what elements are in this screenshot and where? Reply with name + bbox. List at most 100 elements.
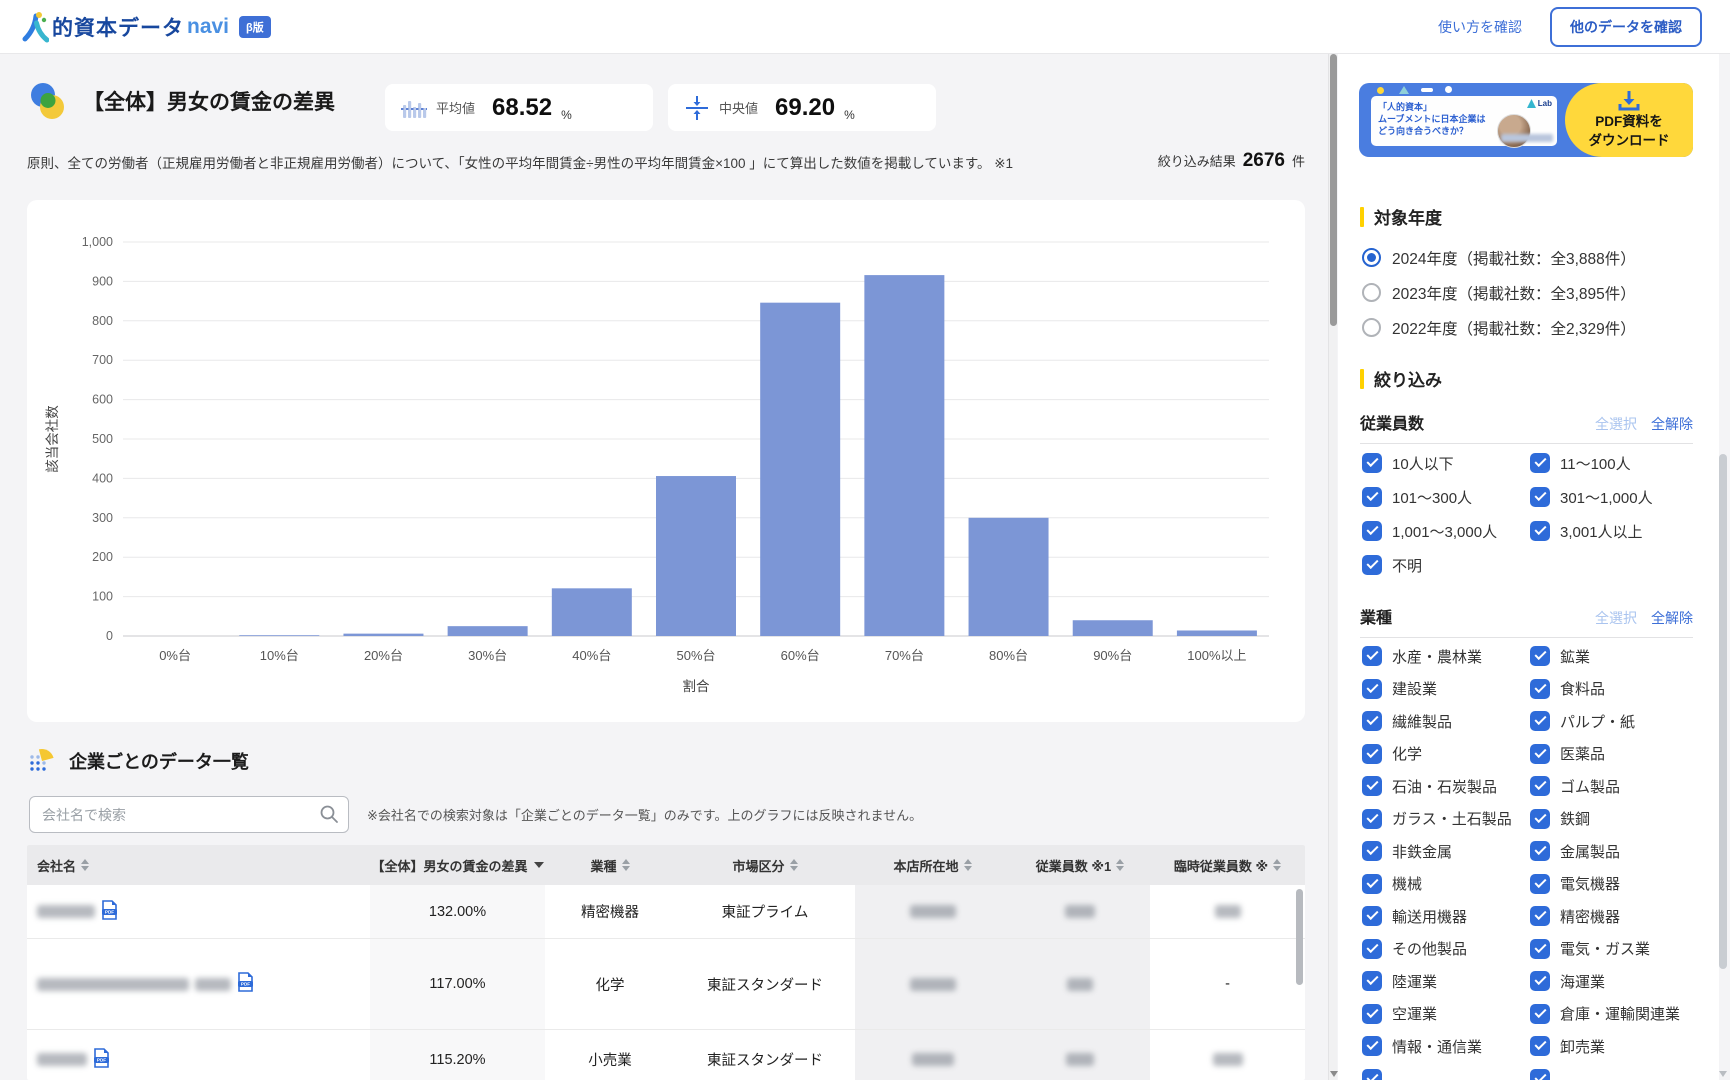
svg-text:90%台: 90%台 bbox=[1093, 648, 1132, 663]
industry-checkbox-ガラス・土石製品[interactable]: ガラス・土石製品 bbox=[1362, 803, 1530, 836]
howto-link[interactable]: 使い方を確認 bbox=[1438, 17, 1522, 37]
industry-clear-all-link[interactable]: 全解除 bbox=[1651, 608, 1693, 628]
industry-checkbox-非鉄金属[interactable]: 非鉄金属 bbox=[1362, 835, 1530, 868]
employees-checkbox-11〜100人[interactable]: 11〜100人 bbox=[1530, 446, 1702, 480]
table-scrollbar-thumb[interactable] bbox=[1296, 889, 1303, 985]
sort-icon bbox=[1116, 859, 1124, 871]
svg-text:割合: 割合 bbox=[683, 678, 711, 694]
employees-cell bbox=[1010, 885, 1150, 938]
svg-text:80%台: 80%台 bbox=[989, 648, 1028, 663]
main-scrollbar-thumb[interactable] bbox=[1330, 54, 1337, 326]
column-header-7[interactable]: 臨時従業員数 ※ bbox=[1150, 856, 1305, 875]
radio-icon bbox=[1362, 248, 1381, 267]
svg-text:40%台: 40%台 bbox=[572, 648, 611, 663]
company-search-input[interactable] bbox=[29, 796, 349, 833]
main-scrollbar[interactable] bbox=[1328, 54, 1337, 1080]
employees-checkbox-10人以下[interactable]: 10人以下 bbox=[1362, 446, 1530, 480]
employees-checkbox-301〜1,000人[interactable]: 301〜1,000人 bbox=[1530, 480, 1702, 514]
employees-clear-all-link[interactable]: 全解除 bbox=[1651, 414, 1693, 434]
checkbox-checked-icon bbox=[1530, 841, 1550, 861]
industry-checkbox-石油・石炭製品[interactable]: 石油・石炭製品 bbox=[1362, 770, 1530, 803]
search-icon[interactable] bbox=[318, 803, 340, 825]
industry-checkbox-ゴム製品[interactable]: ゴム製品 bbox=[1530, 770, 1702, 803]
pdf-icon[interactable]: PDF bbox=[237, 972, 254, 996]
radio-label: 2023年度（掲載社数：全3,895件） bbox=[1392, 282, 1636, 304]
chart-bar-20%台 bbox=[343, 634, 423, 636]
svg-text:30%台: 30%台 bbox=[468, 648, 507, 663]
industry-checkbox-機械[interactable]: 機械 bbox=[1362, 868, 1530, 901]
redacted-text bbox=[37, 905, 95, 918]
industry-checkbox-電気機器[interactable]: 電気機器 bbox=[1530, 868, 1702, 901]
checkbox-label: 鉄鋼 bbox=[1560, 808, 1590, 829]
industry-checkbox-陸運業[interactable]: 陸運業 bbox=[1362, 965, 1530, 998]
employees-checkbox-1,001〜3,000人[interactable]: 1,001〜3,000人 bbox=[1362, 514, 1530, 548]
industry-select-all-link[interactable]: 全選択 bbox=[1595, 608, 1637, 628]
other-data-button[interactable]: 他のデータを確認 bbox=[1550, 7, 1702, 47]
employees-checkbox-不明[interactable]: 不明 bbox=[1362, 548, 1530, 582]
topbar-actions: 使い方を確認 他のデータを確認 bbox=[1438, 7, 1702, 47]
pdf-icon[interactable]: PDF bbox=[93, 1048, 110, 1072]
industry-checkbox-倉庫・運輸関連業[interactable]: 倉庫・運輸関連業 bbox=[1530, 998, 1702, 1031]
industry-checkbox-情報・通信業[interactable]: 情報・通信業 bbox=[1362, 1030, 1530, 1063]
svg-text:10%台: 10%台 bbox=[260, 648, 299, 663]
column-header-2[interactable]: 【全体】男女の賃金の差異 bbox=[370, 856, 545, 875]
scroll-down-arrow-icon[interactable] bbox=[1330, 1071, 1338, 1077]
banner-visual: Lab 「人的資本」 ムーブメントに日本企業は どう向き合うべきか？ bbox=[1359, 83, 1565, 157]
industry-checkbox-建設業[interactable]: 建設業 bbox=[1362, 673, 1530, 706]
sort-up-arrow bbox=[1116, 859, 1124, 864]
column-header-6[interactable]: 従業員数 ※1 bbox=[1010, 856, 1150, 875]
year-radio-2022[interactable]: 2022年度（掲載社数：全2,329件） bbox=[1362, 310, 1636, 345]
checkbox-label: 卸売業 bbox=[1560, 1036, 1605, 1057]
checkbox-label: 101〜300人 bbox=[1392, 487, 1472, 508]
industry-checkbox-医薬品[interactable]: 医薬品 bbox=[1530, 738, 1702, 771]
checkbox-label: 空運業 bbox=[1392, 1003, 1437, 1024]
industry-checkbox-卸売業[interactable]: 卸売業 bbox=[1530, 1030, 1702, 1063]
sort-down-arrow bbox=[964, 866, 972, 871]
year-radio-2023[interactable]: 2023年度（掲載社数：全3,895件） bbox=[1362, 275, 1636, 310]
industry-checkbox-金属製品[interactable]: 金属製品 bbox=[1530, 835, 1702, 868]
logo-text: 的資本データ bbox=[52, 12, 184, 42]
scroll-down-arrow-icon[interactable] bbox=[1719, 1071, 1727, 1077]
stat-value: 68.52 bbox=[492, 94, 552, 122]
sort-icon bbox=[81, 859, 89, 871]
pdf-icon[interactable]: PDF bbox=[101, 900, 118, 924]
company-cell: PDF bbox=[27, 1030, 370, 1080]
pdf-download-cta[interactable]: PDF資料を ダウンロード bbox=[1565, 83, 1693, 157]
redacted-text bbox=[1067, 978, 1093, 991]
sidebar-scrollbar[interactable] bbox=[1719, 54, 1727, 1080]
temp-employees-cell bbox=[1150, 1030, 1305, 1080]
industry-checkbox-化学[interactable]: 化学 bbox=[1362, 738, 1530, 771]
industry-checkbox-海運業[interactable]: 海運業 bbox=[1530, 965, 1702, 998]
hq-cell bbox=[855, 1030, 1010, 1080]
column-header-1[interactable]: 会社名 bbox=[27, 856, 370, 875]
industry-checkbox-鉄鋼[interactable]: 鉄鋼 bbox=[1530, 803, 1702, 836]
column-header-5[interactable]: 本店所在地 bbox=[855, 856, 1010, 875]
industry-checkbox-その他製品[interactable]: その他製品 bbox=[1362, 933, 1530, 966]
checkbox-checked-icon bbox=[1530, 874, 1550, 894]
employees-checkbox-3,001人以上[interactable]: 3,001人以上 bbox=[1530, 514, 1702, 548]
year-radio-2024[interactable]: 2024年度（掲載社数：全3,888件） bbox=[1362, 240, 1636, 275]
industry-checkbox-食料品[interactable]: 食料品 bbox=[1530, 673, 1702, 706]
column-header-4[interactable]: 市場区分 bbox=[675, 856, 855, 875]
industry-checkbox-輸送用機器[interactable]: 輸送用機器 bbox=[1362, 900, 1530, 933]
app-logo[interactable]: 的資本データ navi β版 bbox=[22, 11, 271, 43]
industry-checkbox-水産・農林業[interactable]: 水産・農林業 bbox=[1362, 640, 1530, 673]
column-header-3[interactable]: 業種 bbox=[545, 856, 675, 875]
checkbox-checked-icon bbox=[1362, 744, 1382, 764]
industry-checkbox-clipped[interactable] bbox=[1530, 1063, 1702, 1080]
industry-checkbox-繊維製品[interactable]: 繊維製品 bbox=[1362, 705, 1530, 738]
checkbox-label: 陸運業 bbox=[1392, 971, 1437, 992]
industry-checkbox-空運業[interactable]: 空運業 bbox=[1362, 998, 1530, 1031]
industry-checkbox-clipped[interactable] bbox=[1362, 1063, 1530, 1080]
employees-checkbox-101〜300人[interactable]: 101〜300人 bbox=[1362, 480, 1530, 514]
industry-checkbox-パルプ・紙[interactable]: パルプ・紙 bbox=[1530, 705, 1702, 738]
industry-checkbox-鉱業[interactable]: 鉱業 bbox=[1530, 640, 1702, 673]
checkbox-label: 情報・通信業 bbox=[1392, 1036, 1482, 1057]
employees-cell bbox=[1010, 939, 1150, 1029]
sidebar-scrollbar-thumb[interactable] bbox=[1719, 454, 1727, 969]
industry-checkbox-電気・ガス業[interactable]: 電気・ガス業 bbox=[1530, 933, 1702, 966]
industry-checkbox-精密機器[interactable]: 精密機器 bbox=[1530, 900, 1702, 933]
employees-select-all-link[interactable]: 全選択 bbox=[1595, 414, 1637, 434]
pdf-banner[interactable]: Lab 「人的資本」 ムーブメントに日本企業は どう向き合うべきか？ PDF資料… bbox=[1359, 83, 1693, 157]
checkbox-checked-icon bbox=[1530, 776, 1550, 796]
